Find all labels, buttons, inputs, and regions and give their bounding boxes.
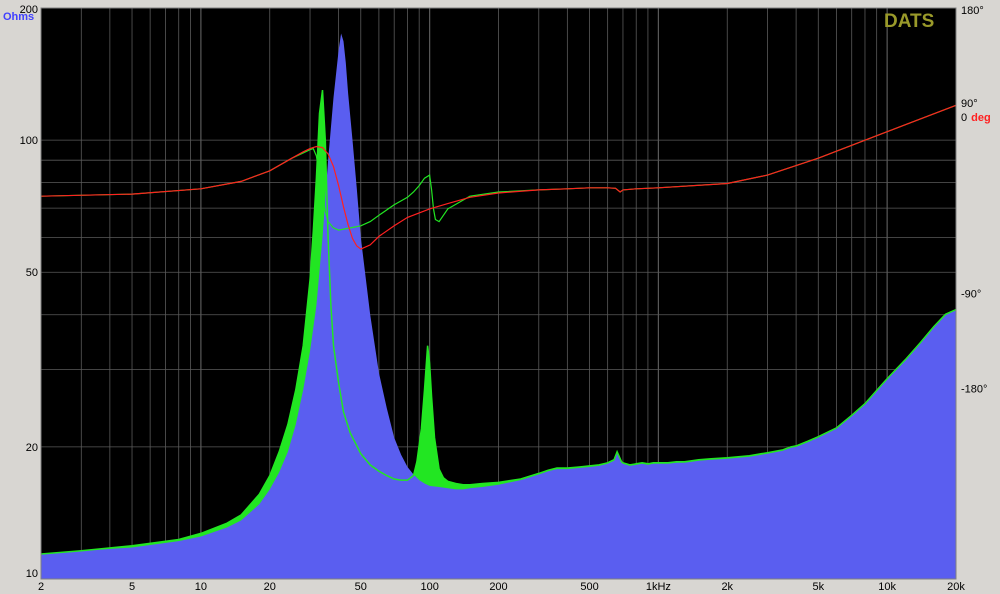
y-axis-labels: 200100502010 [20, 4, 38, 580]
y-tick-label: 100 [20, 135, 38, 147]
x-tick-label: 200 [489, 581, 507, 593]
x-tick-label: 10k [878, 581, 896, 593]
y2-tick-label: 90° [961, 98, 978, 110]
y2-tick-label: 180° [961, 5, 984, 17]
y-tick-label: 20 [26, 442, 38, 454]
x-tick-label: 10 [195, 581, 207, 593]
y2-tick-label: -90° [961, 289, 981, 301]
y2-unit-label: deg [971, 112, 991, 124]
x-tick-label: 50 [355, 581, 367, 593]
x-tick-label: 5 [129, 581, 135, 593]
x-tick-label: 100 [420, 581, 438, 593]
y2-zero-num: 0 [961, 112, 967, 124]
x-tick-label: 2k [721, 581, 733, 593]
y-tick-label: 10 [26, 568, 38, 580]
y2-zero-label: 0 deg [961, 112, 991, 124]
y2-tick-label: -180° [961, 384, 987, 396]
y-unit-label: Ohms [3, 11, 34, 23]
impedance-chart: 2 5 10 20 50 100 200 500 1kHz 2k 5k 10k 20k 20010050… [3, 4, 991, 593]
x-tick-label: 1kHz [646, 581, 671, 593]
y2-axis-labels: 180° 90° -90° -180° [961, 5, 987, 396]
x-axis-labels: 2 5 10 20 50 100 200 500 1kHz 2k 5k 10k 20k [38, 581, 965, 593]
y-tick-label: 50 [26, 267, 38, 279]
brand-logo: DATS [884, 11, 934, 32]
chart-window: 2 5 10 20 50 100 200 500 1kHz 2k 5k 10k 20k 200 100 50… [0, 0, 1000, 594]
x-tick-label: 500 [580, 581, 598, 593]
x-tick-label: 2 [38, 581, 44, 593]
x-tick-label: 20k [947, 581, 965, 593]
x-tick-label: 20 [264, 581, 276, 593]
x-tick-label: 5k [812, 581, 824, 593]
